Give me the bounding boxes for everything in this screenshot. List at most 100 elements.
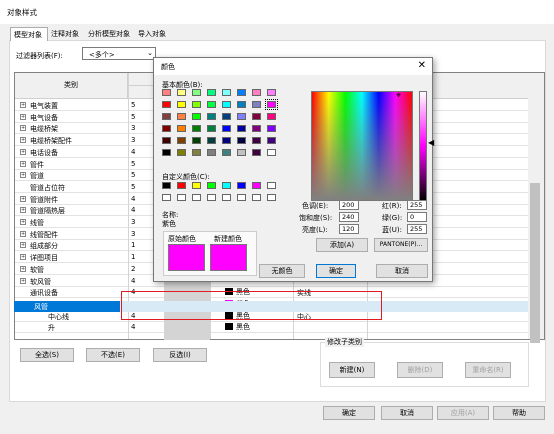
basic-color-swatch[interactable]	[162, 113, 171, 120]
tab-model-objects[interactable]: 模型对象	[10, 27, 48, 41]
luminance-arrow-icon[interactable]: ◀	[428, 138, 434, 147]
basic-color-swatch[interactable]	[207, 125, 216, 132]
basic-color-swatch[interactable]	[237, 89, 246, 96]
color-spectrum-picker[interactable]	[311, 91, 413, 201]
luminance-slider[interactable]	[419, 91, 427, 201]
new-subcategory-button[interactable]: 新建(N)	[329, 362, 375, 378]
tab-analytical-model-objects[interactable]: 分析模型对象	[85, 27, 135, 41]
basic-color-swatch[interactable]	[252, 89, 261, 96]
custom-color-swatch[interactable]	[267, 182, 276, 189]
row-line-weight[interactable]: 5	[131, 171, 135, 179]
basic-color-swatch[interactable]	[177, 89, 186, 96]
custom-color-swatch[interactable]	[162, 194, 171, 201]
basic-color-swatch[interactable]	[265, 99, 278, 110]
basic-color-swatch[interactable]	[207, 89, 216, 96]
green-field[interactable]: 0	[407, 212, 427, 222]
basic-color-swatch[interactable]	[252, 113, 261, 120]
basic-color-swatch[interactable]	[177, 101, 186, 108]
row-line-weight[interactable]: 1	[131, 253, 135, 261]
basic-color-swatch[interactable]	[237, 125, 246, 132]
basic-color-swatch[interactable]	[162, 137, 171, 144]
basic-color-swatch[interactable]	[252, 149, 261, 156]
custom-color-swatch[interactable]	[192, 194, 201, 201]
cancel-button[interactable]: 取消	[381, 406, 433, 420]
basic-color-swatch[interactable]	[237, 137, 246, 144]
basic-color-swatch[interactable]	[222, 137, 231, 144]
table-scrollbar[interactable]	[528, 73, 544, 343]
expand-icon[interactable]: +	[20, 265, 26, 272]
add-custom-color-button[interactable]: 添加(A)	[316, 238, 368, 252]
basic-color-swatch[interactable]	[207, 149, 216, 156]
expand-icon[interactable]: +	[20, 219, 26, 225]
basic-color-swatch[interactable]	[177, 125, 186, 132]
pantone-button[interactable]: PANTONE(P)...	[374, 238, 428, 252]
basic-color-swatch[interactable]	[252, 137, 261, 144]
basic-color-swatch[interactable]	[267, 125, 276, 132]
row-line-weight[interactable]: 5	[131, 113, 135, 121]
basic-color-swatch[interactable]	[192, 125, 201, 132]
custom-color-swatch[interactable]	[177, 194, 186, 201]
expand-icon[interactable]: +	[20, 172, 26, 179]
basic-color-swatch[interactable]	[192, 113, 201, 120]
apply-button[interactable]: 应用(A)	[437, 406, 489, 420]
custom-color-swatch[interactable]	[252, 182, 261, 189]
basic-color-swatch[interactable]	[207, 137, 216, 144]
expand-icon[interactable]: +	[20, 148, 26, 155]
custom-color-swatch[interactable]	[207, 194, 216, 201]
custom-color-swatch[interactable]	[207, 182, 216, 189]
basic-color-swatch[interactable]	[162, 101, 171, 108]
basic-color-swatch[interactable]	[177, 113, 186, 120]
basic-color-swatch[interactable]	[252, 101, 261, 108]
custom-color-swatch[interactable]	[237, 182, 246, 189]
basic-color-swatch[interactable]	[207, 101, 216, 108]
basic-color-swatch[interactable]	[192, 149, 201, 156]
invert-selection-button[interactable]: 反选(I)	[153, 348, 207, 362]
custom-color-swatch[interactable]	[162, 182, 171, 189]
row-line-weight[interactable]: 1	[131, 241, 135, 249]
no-color-button[interactable]: 无颜色	[259, 264, 305, 278]
custom-color-swatch[interactable]	[222, 182, 231, 189]
luminance-field[interactable]: 120	[339, 224, 359, 234]
expand-icon[interactable]: +	[20, 160, 26, 167]
table-row[interactable]: 升 4 黑色	[15, 321, 530, 334]
basic-color-swatch[interactable]	[192, 89, 201, 96]
row-line-weight[interactable]: 4	[131, 277, 135, 285]
expand-icon[interactable]: +	[20, 254, 26, 261]
row-line-weight[interactable]: 5	[131, 160, 135, 168]
delete-subcategory-button[interactable]: 删除(D)	[397, 362, 443, 378]
expand-icon[interactable]: +	[20, 195, 26, 202]
basic-color-swatch[interactable]	[177, 149, 186, 156]
select-all-button[interactable]: 全选(S)	[20, 348, 74, 362]
expand-icon[interactable]: +	[20, 137, 26, 144]
row-line-weight[interactable]: 3	[131, 218, 135, 226]
row-line-weight[interactable]: 4	[131, 206, 135, 214]
basic-color-swatch[interactable]	[177, 137, 186, 144]
close-icon[interactable]: ✕	[418, 60, 426, 71]
help-button[interactable]: 帮助	[493, 406, 545, 420]
basic-color-swatch[interactable]	[162, 125, 171, 132]
basic-color-swatch[interactable]	[207, 113, 216, 120]
basic-color-swatch[interactable]	[237, 149, 246, 156]
custom-color-swatch[interactable]	[192, 182, 201, 189]
basic-color-swatch[interactable]	[222, 125, 231, 132]
tab-annotation-objects[interactable]: 注释对象	[48, 27, 86, 41]
basic-color-swatch[interactable]	[222, 113, 231, 120]
custom-color-swatch[interactable]	[177, 182, 186, 189]
row-line-weight[interactable]: 4	[131, 195, 135, 203]
basic-color-swatch[interactable]	[222, 89, 231, 96]
basic-color-swatch[interactable]	[267, 137, 276, 144]
basic-color-swatch[interactable]	[162, 89, 171, 96]
expand-icon[interactable]: +	[20, 113, 26, 120]
basic-color-swatch[interactable]	[222, 149, 231, 156]
custom-color-swatch[interactable]	[222, 194, 231, 201]
basic-color-swatch[interactable]	[267, 149, 276, 156]
basic-color-swatch[interactable]	[267, 89, 276, 96]
custom-color-swatch[interactable]	[267, 194, 276, 201]
expand-icon[interactable]: +	[20, 230, 26, 237]
custom-color-swatch[interactable]	[237, 194, 246, 201]
red-field[interactable]: 255	[407, 200, 427, 210]
basic-color-swatch[interactable]	[252, 125, 261, 132]
row-line-weight[interactable]: 3	[131, 230, 135, 238]
row-line-weight[interactable]: 4	[131, 323, 135, 331]
custom-color-swatch[interactable]	[252, 194, 261, 201]
